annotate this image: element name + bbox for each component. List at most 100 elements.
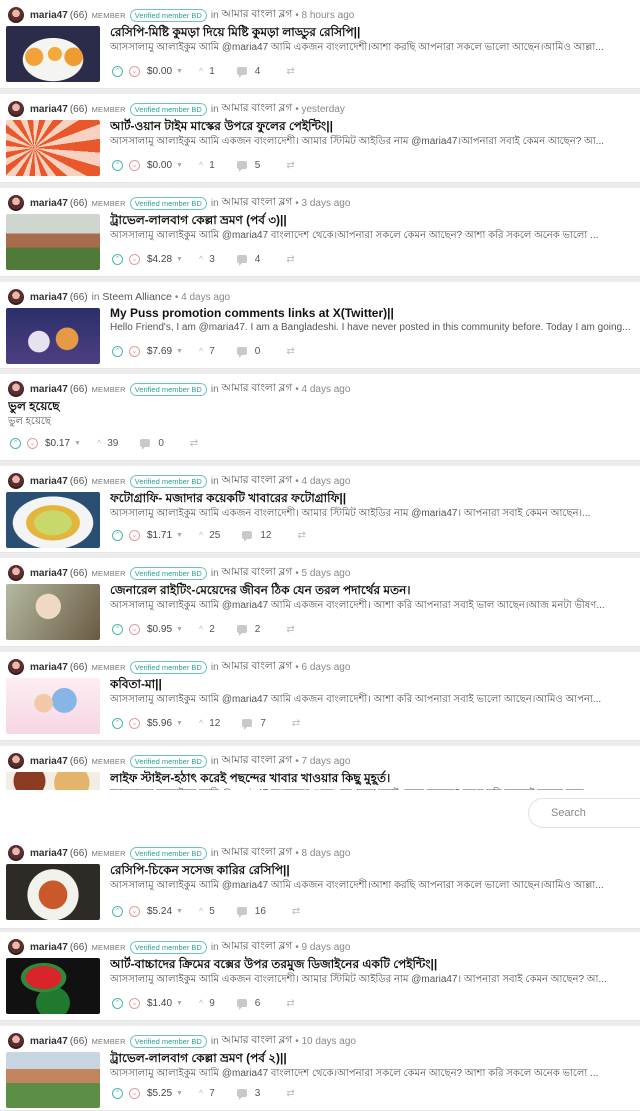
community-link[interactable]: আমার বাংলা ব্লগ (222, 101, 293, 118)
downvote-button[interactable]: ⌄ (129, 717, 140, 729)
avatar[interactable] (8, 659, 24, 675)
payout-value[interactable]: $0.00 (147, 66, 172, 77)
payout-value[interactable]: $5.24 (147, 906, 172, 917)
post-timestamp[interactable]: • 4 days ago (175, 292, 230, 303)
post-excerpt[interactable]: আসসালামু আলাইকুম আমি @maria47 আমি একজন ব… (110, 692, 632, 709)
search-input[interactable]: Search (528, 798, 640, 828)
payout-dropdown-icon[interactable]: ▼ (176, 162, 183, 169)
payout-value[interactable]: $1.71 (147, 530, 172, 541)
comments-count[interactable]: 4 (236, 66, 260, 78)
votes-count[interactable]: ^ 5 (199, 906, 215, 917)
upvote-button[interactable]: ⌃ (112, 905, 123, 917)
comments-count[interactable]: 3 (236, 1088, 260, 1100)
reblog-icon[interactable]: ⇄ (286, 998, 294, 1009)
author-name[interactable]: maria47 (30, 292, 68, 303)
post-card[interactable]: maria47 (66) MEMBER Verified member BD in আমা… (0, 0, 640, 89)
payout-dropdown-icon[interactable]: ▼ (176, 1090, 183, 1097)
reblog-icon[interactable]: ⇄ (286, 624, 294, 635)
author-name[interactable]: maria47 (30, 384, 68, 395)
votes-count[interactable]: ^ 25 (199, 530, 220, 541)
payout-value[interactable]: $4.28 (147, 254, 172, 265)
post-timestamp[interactable]: • 8 days ago (295, 848, 350, 859)
reblog-icon[interactable]: ⇄ (292, 718, 300, 729)
votes-count[interactable]: ^ 3 (199, 254, 215, 265)
downvote-button[interactable]: ⌄ (129, 997, 140, 1009)
payout-value[interactable]: $0.17 (45, 438, 70, 449)
post-excerpt[interactable]: আসসালামু আলাইকুম আমি একজন বাংলাদেশী। আমা… (110, 506, 632, 523)
comments-count[interactable]: 12 (242, 530, 271, 542)
downvote-button[interactable]: ⌄ (129, 1087, 140, 1099)
author-name[interactable]: maria47 (30, 848, 68, 859)
post-thumbnail[interactable] (6, 678, 100, 734)
author-name[interactable]: maria47 (30, 10, 68, 21)
payout-dropdown-icon[interactable]: ▼ (176, 532, 183, 539)
upvote-button[interactable]: ⌃ (112, 529, 123, 541)
post-thumbnail[interactable] (6, 584, 100, 640)
author-name[interactable]: maria47 (30, 198, 68, 209)
comments-count[interactable]: 5 (236, 160, 260, 172)
votes-count[interactable]: ^ 7 (199, 1088, 215, 1099)
author-name[interactable]: maria47 (30, 942, 68, 953)
author-name[interactable]: maria47 (30, 1036, 68, 1047)
avatar[interactable] (8, 381, 24, 397)
payout-value[interactable]: $1.40 (147, 998, 172, 1009)
payout-value[interactable]: $0.95 (147, 624, 172, 635)
avatar[interactable] (8, 1033, 24, 1049)
community-link[interactable]: Steem Alliance (102, 291, 171, 303)
post-card[interactable]: maria47 (66) MEMBER Verified member BD in আমা… (0, 1026, 640, 1111)
votes-count[interactable]: ^ 2 (199, 624, 215, 635)
community-link[interactable]: আমার বাংলা ব্লগ (222, 381, 293, 398)
payout-value[interactable]: $5.96 (147, 718, 172, 729)
reblog-icon[interactable]: ⇄ (286, 254, 294, 265)
payout-dropdown-icon[interactable]: ▼ (176, 256, 183, 263)
avatar[interactable] (8, 845, 24, 861)
post-card[interactable]: maria47 (66) MEMBER Verified member BD in আমা… (0, 94, 640, 183)
post-timestamp[interactable]: • 4 days ago (295, 476, 350, 487)
post-timestamp[interactable]: • 9 days ago (295, 942, 350, 953)
post-card[interactable]: maria47 (66) MEMBER Verified member BD in আমা… (0, 466, 640, 553)
community-link[interactable]: আমার বাংলা ব্লগ (222, 1033, 293, 1050)
post-thumbnail[interactable] (6, 864, 100, 920)
post-thumbnail[interactable] (6, 772, 100, 790)
author-name[interactable]: maria47 (30, 756, 68, 767)
post-excerpt[interactable]: আসসালামু আলাইকুম আমি @maria47 আমি একজন ব… (110, 878, 632, 895)
community-link[interactable]: আমার বাংলা ব্লগ (222, 473, 293, 490)
community-link[interactable]: আমার বাংলা ব্লগ (222, 195, 293, 212)
votes-count[interactable]: ^ 39 (97, 438, 118, 449)
upvote-button[interactable]: ⌃ (112, 717, 123, 729)
upvote-button[interactable]: ⌃ (10, 437, 21, 449)
payout-dropdown-icon[interactable]: ▼ (176, 68, 183, 75)
payout-dropdown-icon[interactable]: ▼ (176, 908, 183, 915)
community-link[interactable]: আমার বাংলা ব্লগ (222, 845, 293, 862)
post-card[interactable]: maria47 (66) MEMBER Verified member BD in আমা… (0, 838, 640, 929)
post-card[interactable]: maria47 (66) in Steem Alliance • 4 days ago M… (0, 282, 640, 369)
avatar[interactable] (8, 289, 24, 305)
post-thumbnail[interactable] (6, 958, 100, 1014)
post-excerpt[interactable]: আসসালামু আলাইকুম আমি @maria47 বাংলাদেশ থ… (110, 1066, 632, 1083)
payout-dropdown-icon[interactable]: ▼ (176, 720, 183, 727)
post-thumbnail[interactable] (6, 1052, 100, 1108)
payout-dropdown-icon[interactable]: ▼ (176, 1000, 183, 1007)
avatar[interactable] (8, 195, 24, 211)
post-thumbnail[interactable] (6, 120, 100, 176)
post-timestamp[interactable]: • 10 days ago (295, 1036, 356, 1047)
post-card[interactable]: maria47 (66) MEMBER Verified member BD in আমা… (0, 374, 640, 461)
downvote-button[interactable]: ⌄ (129, 905, 140, 917)
post-timestamp[interactable]: • 4 days ago (295, 384, 350, 395)
post-excerpt[interactable]: আসসালামু আলাইকুম আমি @maria47 বাংলাদেশ থ… (110, 228, 632, 245)
post-timestamp[interactable]: • 8 hours ago (295, 10, 354, 21)
author-name[interactable]: maria47 (30, 662, 68, 673)
post-excerpt[interactable]: Hello Friend's, I am @maria47. I am a Ba… (110, 322, 632, 333)
post-timestamp[interactable]: • yesterday (295, 104, 345, 115)
avatar[interactable] (8, 101, 24, 117)
reblog-icon[interactable]: ⇄ (286, 160, 294, 171)
post-title[interactable]: My Puss promotion comments links at X(Tw… (110, 306, 632, 320)
author-name[interactable]: maria47 (30, 568, 68, 579)
post-thumbnail[interactable] (6, 492, 100, 548)
author-name[interactable]: maria47 (30, 476, 68, 487)
post-card[interactable]: maria47 (66) MEMBER Verified member BD in আমা… (0, 188, 640, 277)
avatar[interactable] (8, 7, 24, 23)
payout-dropdown-icon[interactable]: ▼ (176, 348, 183, 355)
comments-count[interactable]: 16 (236, 906, 266, 918)
post-card[interactable]: maria47 (66) MEMBER Verified member BD in আমা… (0, 558, 640, 647)
